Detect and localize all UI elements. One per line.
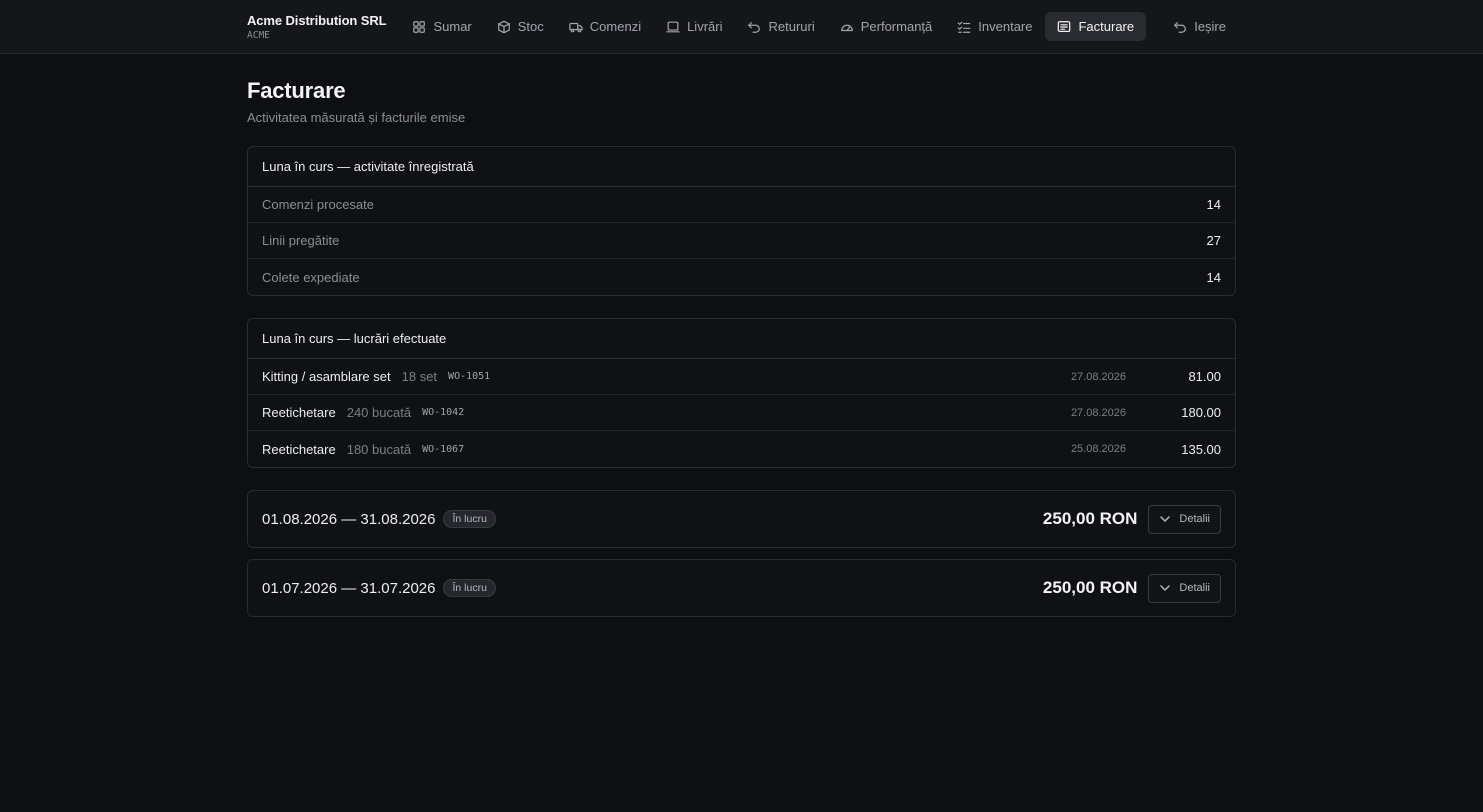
activity-card: Luna în curs — activitate înregistrată C… xyxy=(247,146,1236,296)
grid-icon xyxy=(413,20,426,33)
details-label: Detalii xyxy=(1179,513,1210,525)
top-navigation-bar: Acme Distribution SRL ACME Sumar Stoc Co… xyxy=(0,0,1483,54)
work-order-code: WO-1067 xyxy=(422,443,465,455)
work-card-title: Luna în curs — lucrări efectuate xyxy=(248,319,1235,359)
return-arrow-icon xyxy=(1174,21,1187,33)
work-row: Reetichetare 240 bucată WO-1042 27.08.20… xyxy=(248,395,1235,431)
activity-value: 14 xyxy=(1206,269,1221,285)
activity-value: 14 xyxy=(1206,197,1221,212)
work-name: Reetichetare xyxy=(262,441,336,457)
work-row: Reetichetare 180 bucată WO-1067 25.08.20… xyxy=(248,431,1235,467)
invoice-period: 01.07.2026 — 31.07.2026 xyxy=(262,579,436,597)
nav-item-label: Inventare xyxy=(978,19,1033,34)
activity-label: Comenzi procesate xyxy=(262,197,374,212)
brand-name: Acme Distribution SRL xyxy=(247,12,387,28)
status-badge: În lucru xyxy=(443,579,496,597)
nav-item-performanta[interactable]: Performanță xyxy=(828,12,945,41)
work-name: Kitting / asamblare set xyxy=(262,369,391,384)
nav-item-label: Sumar xyxy=(433,19,472,34)
nav-item-label: Facturare xyxy=(1078,19,1135,34)
activity-row: Linii pregătite 27 xyxy=(248,223,1235,259)
invoice-total: 250,00 RON xyxy=(1042,509,1138,528)
work-order-code: WO-1042 xyxy=(422,407,465,418)
activity-label: Linii pregătite xyxy=(262,233,340,248)
activity-label: Colete expediate xyxy=(262,269,360,285)
work-quantity: 18 set xyxy=(401,369,438,384)
return-arrow-icon xyxy=(748,21,761,33)
details-label: Detalii xyxy=(1179,582,1210,594)
truck-icon xyxy=(569,22,583,32)
work-amount: 180.00 xyxy=(1181,405,1221,420)
nav-item-stoc[interactable]: Stoc xyxy=(485,12,556,41)
activity-value: 27 xyxy=(1206,233,1221,248)
nav-item-inventare[interactable]: Inventare xyxy=(945,12,1044,41)
brand: Acme Distribution SRL ACME xyxy=(247,12,387,41)
nav-item-label: Comenzi xyxy=(589,19,642,34)
work-quantity: 180 bucată xyxy=(346,441,412,457)
nav-item-facturare[interactable]: Facturare xyxy=(1045,12,1147,41)
nav-item-label: Performanță xyxy=(860,19,933,34)
nav-item-label: Retururi xyxy=(768,19,815,34)
invoice-row: 01.07.2026 — 31.07.2026 În lucru 250,00 … xyxy=(247,559,1236,617)
logout-button[interactable]: Ieșire xyxy=(1163,12,1236,41)
work-card: Luna în curs — lucrări efectuate Kitting… xyxy=(247,318,1236,468)
top-navigation-inner: Acme Distribution SRL ACME Sumar Stoc Co… xyxy=(247,0,1236,53)
main-nav: Sumar Stoc Comenzi Livrări Retururi Perf… xyxy=(400,12,1147,41)
chevron-down-icon xyxy=(1160,585,1171,591)
tray-icon xyxy=(666,21,680,32)
nav-item-comenzi[interactable]: Comenzi xyxy=(557,12,653,41)
checklist-icon xyxy=(957,21,971,33)
brand-code: ACME xyxy=(247,29,270,41)
status-badge: În lucru xyxy=(443,510,496,528)
nav-item-livrari[interactable]: Livrări xyxy=(654,12,734,41)
invoice-period: 01.08.2026 — 31.08.2026 xyxy=(262,510,436,528)
work-name: Reetichetare xyxy=(262,405,336,420)
work-date: 27.08.2026 xyxy=(1070,370,1126,383)
nav-item-label: Livrări xyxy=(687,19,723,34)
work-quantity: 240 bucată xyxy=(346,405,412,420)
nav-item-retururi[interactable]: Retururi xyxy=(735,12,826,41)
work-row: Kitting / asamblare set 18 set WO-1051 2… xyxy=(248,359,1235,395)
nav-item-sumar[interactable]: Sumar xyxy=(400,12,483,41)
logout-label: Ieșire xyxy=(1194,19,1226,34)
invoice-row: 01.08.2026 — 31.08.2026 În lucru 250,00 … xyxy=(247,490,1236,548)
activity-row: Colete expediate 14 xyxy=(248,259,1235,295)
page-subtitle: Activitatea măsurată și facturile emise xyxy=(247,110,466,125)
page-title: Facturare xyxy=(247,78,346,103)
activity-row: Comenzi procesate 14 xyxy=(248,187,1235,223)
work-date: 25.08.2026 xyxy=(1070,443,1126,455)
gauge-icon xyxy=(840,24,853,31)
work-order-code: WO-1051 xyxy=(448,371,491,382)
details-button[interactable]: Detalii xyxy=(1148,504,1221,534)
activity-card-title: Luna în curs — activitate înregistrată xyxy=(248,147,1235,187)
details-button[interactable]: Detalii xyxy=(1148,573,1221,603)
invoice-total: 250,00 RON xyxy=(1042,578,1138,597)
work-amount: 81.00 xyxy=(1188,369,1221,384)
work-amount: 135.00 xyxy=(1181,441,1221,457)
box-icon xyxy=(497,20,510,33)
main-content: Facturare Activitatea măsurată și factur… xyxy=(247,78,1236,617)
work-date: 27.08.2026 xyxy=(1070,406,1126,419)
chevron-down-icon xyxy=(1160,516,1171,522)
nav-item-label: Stoc xyxy=(517,19,544,34)
invoice-icon xyxy=(1058,20,1071,32)
